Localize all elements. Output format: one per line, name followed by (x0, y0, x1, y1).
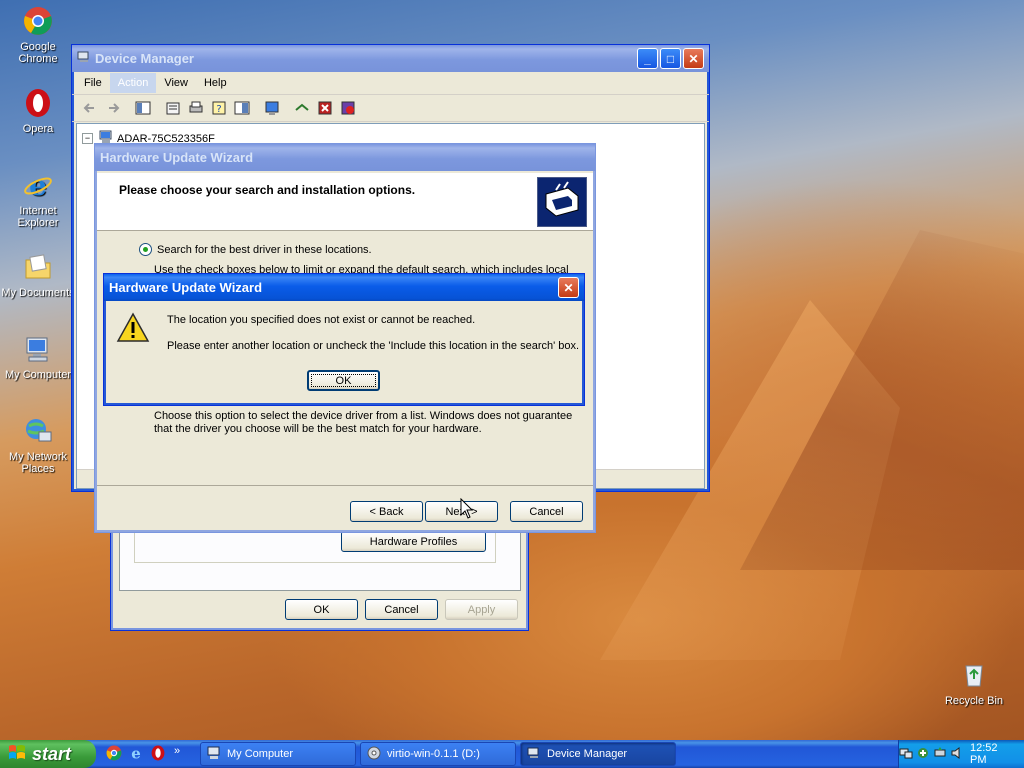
start-button[interactable]: start (0, 740, 96, 768)
desktop-icon-my-documents[interactable]: My Documents (0, 250, 76, 299)
clock[interactable]: 12:52 PM (970, 742, 1016, 766)
back-button[interactable]: < Back (350, 501, 423, 522)
svg-text:e: e (29, 170, 47, 200)
chrome-icon (21, 4, 55, 38)
system-tray: 12:52 PM (898, 740, 1024, 768)
view-icon[interactable] (234, 100, 250, 116)
maximize-button[interactable]: □ (660, 48, 681, 69)
cd-drive-icon (367, 746, 381, 763)
taskbar: start e » My Computer virtio-win-0.1.1 (… (0, 740, 1024, 768)
properties-apply-button[interactable]: Apply (445, 599, 518, 620)
volume-tray-icon[interactable] (950, 746, 964, 763)
opera-quicklaunch-icon[interactable] (150, 745, 166, 764)
desktop-icon-label: My Network Places (8, 451, 68, 475)
disable-icon[interactable] (340, 100, 356, 116)
hardware-card-icon (537, 177, 587, 227)
warning-icon (116, 312, 150, 347)
search-option-label: Search for the best driver in these loca… (157, 243, 372, 256)
wizard-header-text: Please choose your search and installati… (119, 183, 416, 197)
wizard-title: Hardware Update Wizard (100, 150, 254, 165)
network-icon (21, 414, 55, 448)
task-label: My Computer (227, 748, 294, 760)
folder-icon (21, 250, 55, 284)
radio-selected-icon[interactable] (139, 243, 152, 256)
desktop-icon-label: Internet Explorer (17, 205, 59, 229)
show-hide-tree-icon[interactable] (135, 100, 151, 116)
wizard-titlebar[interactable]: Hardware Update Wizard (95, 144, 595, 171)
task-my-computer[interactable]: My Computer (200, 742, 356, 766)
wizard-divider (97, 485, 593, 486)
expand-chevron-icon[interactable]: » (174, 745, 180, 757)
task-label: Device Manager (547, 748, 628, 760)
close-button[interactable]: ✕ (683, 48, 704, 69)
task-label: virtio-win-0.1.1 (D:) (387, 748, 480, 760)
alert-titlebar[interactable]: Hardware Update Wizard ✕ (104, 274, 584, 301)
menu-file[interactable]: File (76, 73, 110, 93)
wizard-header: Please choose your search and installati… (97, 173, 593, 231)
cancel-button[interactable]: Cancel (510, 501, 583, 522)
properties-cancel-button[interactable]: Cancel (365, 599, 438, 620)
properties-ok-button[interactable]: OK (285, 599, 358, 620)
minimize-button[interactable]: _ (637, 48, 658, 69)
print-icon[interactable] (188, 100, 204, 116)
collapse-icon[interactable]: − (82, 133, 93, 144)
alert-ok-button[interactable]: OK (307, 370, 380, 391)
task-device-manager[interactable]: Device Manager (520, 742, 676, 766)
alert-close-button[interactable]: ✕ (558, 277, 579, 298)
properties-icon[interactable] (165, 100, 181, 116)
desktop-icon-label: My Documents (1, 287, 75, 299)
uninstall-icon[interactable] (317, 100, 333, 116)
ie-quicklaunch-icon[interactable]: e (128, 744, 144, 764)
opera-icon (21, 86, 55, 120)
desktop-icon-label: Google Chrome (18, 41, 58, 65)
hardware-tray-icon[interactable] (916, 746, 930, 763)
scan-hardware-icon[interactable] (264, 100, 280, 116)
desktop-icon-label: Opera (22, 123, 54, 135)
menu-help[interactable]: Help (196, 73, 235, 93)
safely-remove-tray-icon[interactable] (933, 746, 947, 763)
choose-option-description: Choose this option to select the device … (154, 410, 573, 435)
menu-view[interactable]: View (156, 73, 196, 93)
toolbar: ? (72, 95, 709, 122)
desktop-icon-chrome[interactable]: Google Chrome (0, 4, 76, 65)
help-icon[interactable]: ? (211, 100, 227, 116)
start-label: start (32, 743, 72, 764)
desktop-icon-label: Recycle Bin (944, 695, 1004, 707)
quick-launch: e » (106, 744, 180, 764)
device-manager-title: Device Manager (95, 51, 194, 66)
computer-icon (21, 332, 55, 366)
menu-bar: File Action View Help (72, 72, 709, 95)
desktop-icon-internet-explorer[interactable]: e Internet Explorer (0, 168, 76, 229)
mouse-cursor-icon (460, 497, 474, 523)
desktop-icon-opera[interactable]: Opera (0, 86, 76, 135)
hardware-profiles-button[interactable]: Hardware Profiles (341, 531, 486, 552)
search-option-radio[interactable]: Search for the best driver in these loca… (139, 243, 372, 256)
windows-logo-icon (8, 743, 26, 766)
svg-text:?: ? (216, 104, 221, 115)
svg-text:e: e (131, 745, 141, 761)
internet-explorer-icon: e (21, 168, 55, 202)
forward-arrow-icon[interactable] (105, 100, 121, 116)
alert-message-line1: The location you specified does not exis… (167, 314, 476, 326)
desktop-icon-my-computer[interactable]: My Computer (0, 332, 76, 381)
network-tray-icon[interactable] (899, 746, 913, 763)
device-manager-icon (77, 50, 91, 67)
alert-dialog: Hardware Update Wizard ✕ The location yo… (103, 273, 585, 406)
desktop-icon-recycle-bin[interactable]: Recycle Bin (936, 658, 1012, 707)
alert-title: Hardware Update Wizard (109, 280, 263, 295)
update-driver-icon[interactable] (294, 100, 310, 116)
computer-icon (207, 746, 221, 763)
chrome-quicklaunch-icon[interactable] (106, 745, 122, 764)
alert-message-line2: Please enter another location or uncheck… (167, 340, 580, 352)
device-manager-titlebar[interactable]: Device Manager _ □ ✕ (72, 45, 709, 72)
task-virtio-win[interactable]: virtio-win-0.1.1 (D:) (360, 742, 516, 766)
desktop-icon-label: My Computer (4, 369, 72, 381)
desktop-icon-my-network-places[interactable]: My Network Places (0, 414, 76, 475)
device-manager-icon (527, 746, 541, 763)
recycle-bin-icon (957, 658, 991, 692)
back-arrow-icon[interactable] (82, 100, 98, 116)
menu-action[interactable]: Action (109, 73, 157, 93)
